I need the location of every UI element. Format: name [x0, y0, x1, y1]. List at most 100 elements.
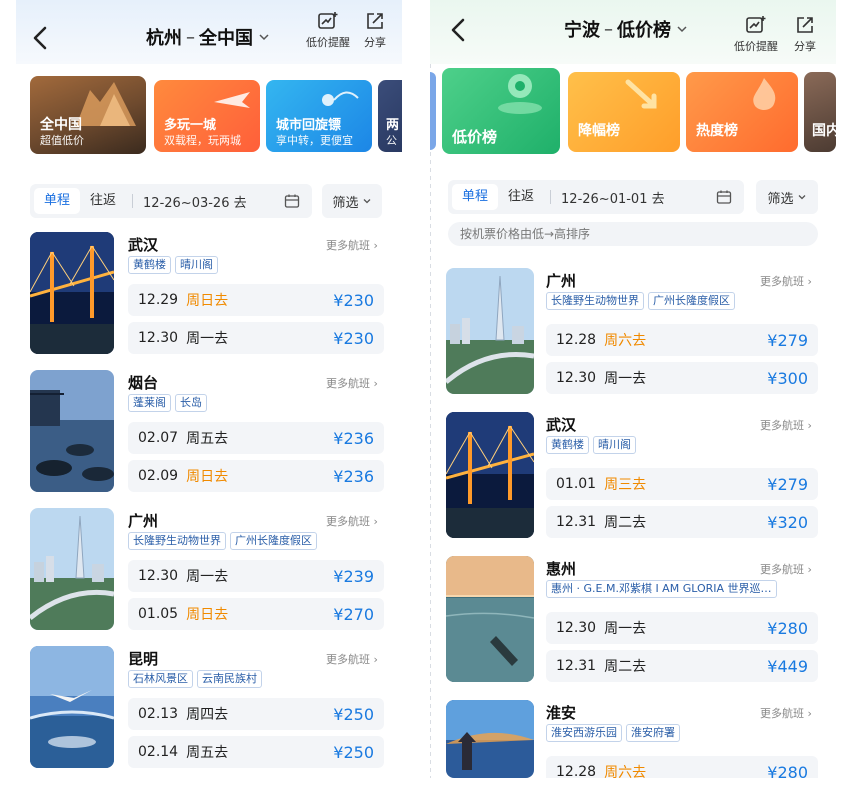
fare-row[interactable]: 12.30 周一去 ¥280 [546, 612, 818, 644]
calendar-icon[interactable] [284, 193, 300, 209]
fare-row[interactable]: 01.01 周三去 ¥279 [546, 468, 818, 500]
fare-row[interactable]: 12.30 周一去 ¥239 [128, 560, 384, 592]
attraction-tag[interactable]: 晴川阁 [593, 436, 636, 454]
more-flights-link[interactable]: 更多航班 › [760, 417, 812, 433]
destination-photo-wuhan[interactable] [446, 412, 534, 538]
sort-hint[interactable]: 按机票价格由低→高排序 [448, 222, 818, 246]
price-alert-button[interactable]: 低价提醒 [306, 10, 350, 50]
destination-photo-guangzhou[interactable] [446, 268, 534, 394]
attraction-tag[interactable]: 惠州 · G.E.M.邓紫棋 I AM GLORIA 世界巡… [546, 580, 777, 598]
banner-all-china[interactable]: 全中国 超值低价 [30, 76, 146, 154]
city-name: 武汉 [546, 416, 577, 434]
banner-domestic[interactable]: 国内 [804, 72, 836, 152]
more-flights-link[interactable]: 更多航班 › [326, 375, 378, 391]
attraction-tag[interactable]: 石林风景区 [128, 670, 193, 688]
fare-weekday: 周日去 [186, 469, 229, 485]
route-dash: – [186, 26, 195, 48]
more-flights-label: 更多航班 [760, 563, 804, 576]
banner-subtitle: 双载程，玩两城 [164, 134, 241, 147]
tab-round-trip[interactable]: 往返 [498, 184, 544, 210]
date-range[interactable]: 12-26~01-01 去 [557, 188, 669, 207]
back-icon[interactable] [448, 16, 470, 44]
attraction-tag[interactable]: 淮安西游乐园 [546, 724, 622, 742]
fare-row[interactable]: 12.31 周二去 ¥320 [546, 506, 818, 538]
share-button[interactable]: 分享 [364, 10, 386, 50]
attraction-tag[interactable]: 长隆野生动物世界 [128, 532, 226, 550]
more-flights-link[interactable]: 更多航班 › [326, 237, 378, 253]
back-icon[interactable] [30, 24, 52, 52]
more-flights-link[interactable]: 更多航班 › [760, 705, 812, 721]
attraction-tag[interactable]: 黄鹤楼 [546, 436, 589, 454]
more-flights-link[interactable]: 更多航班 › [760, 561, 812, 577]
banner-boomerang[interactable]: 城市回旋镖 享中转，更便宜 [266, 80, 372, 152]
fare-row[interactable]: 02.13 周四去 ¥250 [128, 698, 384, 730]
banner-price-drop[interactable]: 降幅榜 [568, 72, 680, 152]
destination-photo-huaian[interactable] [446, 700, 534, 778]
banner-title: 多玩一城 [164, 118, 217, 133]
city-name: 广州 [128, 512, 159, 530]
tab-one-way[interactable]: 单程 [452, 184, 499, 210]
destination-card[interactable]: 广州 更多航班 › 长隆野生动物世界 广州长隆度假区 12.30 周一去 ¥23… [16, 508, 402, 632]
fare-row[interactable]: 12.29 周日去 ¥230 [128, 284, 384, 316]
fare-row[interactable]: 12.30 周一去 ¥230 [128, 322, 384, 354]
fare-row[interactable]: 02.09 周日去 ¥236 [128, 460, 384, 492]
attraction-tag[interactable]: 广州长隆度假区 [648, 292, 735, 310]
fare-row[interactable]: 12.28 周六去 ¥280 [546, 756, 818, 778]
banner-low-price[interactable]: 低价榜 [442, 68, 560, 154]
attraction-tag[interactable]: 广州长隆度假区 [230, 532, 317, 550]
more-flights-link[interactable]: 更多航班 › [326, 651, 378, 667]
attraction-tag[interactable]: 长岛 [175, 394, 207, 412]
divider [132, 194, 134, 208]
fare-row[interactable]: 12.28 周六去 ¥279 [546, 324, 818, 356]
attraction-tag[interactable]: 长隆野生动物世界 [546, 292, 644, 310]
banner-subtitle: 享中转，更便宜 [276, 134, 353, 147]
more-flights-link[interactable]: 更多航班 › [760, 273, 812, 289]
fare-row[interactable]: 12.31 周二去 ¥449 [546, 650, 818, 682]
city-name: 昆明 [128, 650, 159, 668]
tab-round-trip[interactable]: 往返 [80, 188, 126, 214]
more-flights-link[interactable]: 更多航班 › [326, 513, 378, 529]
share-button[interactable]: 分享 [794, 14, 816, 54]
date-range[interactable]: 12-26~03-26 去 [139, 192, 251, 211]
attraction-tag[interactable]: 黄鹤楼 [128, 256, 171, 274]
more-flights-label: 更多航班 [326, 239, 370, 252]
destination-photo-guangzhou[interactable] [30, 508, 114, 630]
from-city: 宁波 [564, 20, 600, 41]
fare-date: 01.01 [556, 476, 597, 492]
fare-price: ¥300 [767, 368, 808, 388]
attraction-tag[interactable]: 蓬莱阁 [128, 394, 171, 412]
fare-weekday: 周五去 [186, 745, 229, 761]
attraction-tag[interactable]: 晴川阁 [175, 256, 218, 274]
fare-row[interactable]: 02.07 周五去 ¥236 [128, 422, 384, 454]
route-title[interactable]: 杭州 – 全中国 [146, 24, 271, 50]
route-title[interactable]: 宁波 – 低价榜 [564, 16, 689, 42]
attraction-tag[interactable]: 淮安府署 [626, 724, 680, 742]
tab-one-way[interactable]: 单程 [34, 188, 81, 214]
destination-photo-huizhou[interactable] [446, 556, 534, 682]
destination-photo-yantai[interactable] [30, 370, 114, 492]
banner-partial[interactable]: 两 公 [378, 80, 402, 152]
destination-card[interactable]: 广州 更多航班 › 长隆野生动物世界 广州长隆度假区 12.28 周六去 ¥27… [430, 268, 836, 396]
fare-price: ¥250 [333, 704, 374, 724]
attraction-tag[interactable]: 云南民族村 [197, 670, 262, 688]
filter-button[interactable]: 筛选 [322, 184, 382, 218]
destination-card[interactable]: 武汉 更多航班 › 黄鹤楼 晴川阁 12.29 周日去 ¥230 12.30 周… [16, 232, 402, 356]
destination-card[interactable]: 昆明 更多航班 › 石林风景区 云南民族村 02.13 周四去 ¥250 02.… [16, 646, 402, 770]
banner-popularity[interactable]: 热度榜 [686, 72, 798, 152]
banner-multi-city[interactable]: 多玩一城 双载程，玩两城 [154, 80, 260, 152]
destination-photo-kunming[interactable] [30, 646, 114, 768]
destination-card[interactable]: 淮安 更多航班 › 淮安西游乐园 淮安府署 12.28 周六去 ¥280 [430, 700, 836, 778]
destination-photo-wuhan[interactable] [30, 232, 114, 354]
more-flights-label: 更多航班 [326, 515, 370, 528]
destination-card[interactable]: 烟台 更多航班 › 蓬莱阁 长岛 02.07 周五去 ¥236 02.09 周日… [16, 370, 402, 494]
filter-button[interactable]: 筛选 [756, 180, 818, 214]
destination-card[interactable]: 武汉 更多航班 › 黄鹤楼 晴川阁 01.01 周三去 ¥279 12.31 周… [430, 412, 836, 540]
fare-row[interactable]: 02.14 周五去 ¥250 [128, 736, 384, 768]
divider [550, 190, 552, 204]
price-alert-button[interactable]: 低价提醒 [734, 14, 778, 54]
destination-card[interactable]: 惠州 更多航班 › 惠州 · G.E.M.邓紫棋 I AM GLORIA 世界巡… [430, 556, 836, 684]
fare-row[interactable]: 12.30 周一去 ¥300 [546, 362, 818, 394]
calendar-icon[interactable] [716, 189, 732, 205]
fare-row[interactable]: 01.05 周日去 ¥270 [128, 598, 384, 630]
flame-icon [753, 78, 776, 110]
